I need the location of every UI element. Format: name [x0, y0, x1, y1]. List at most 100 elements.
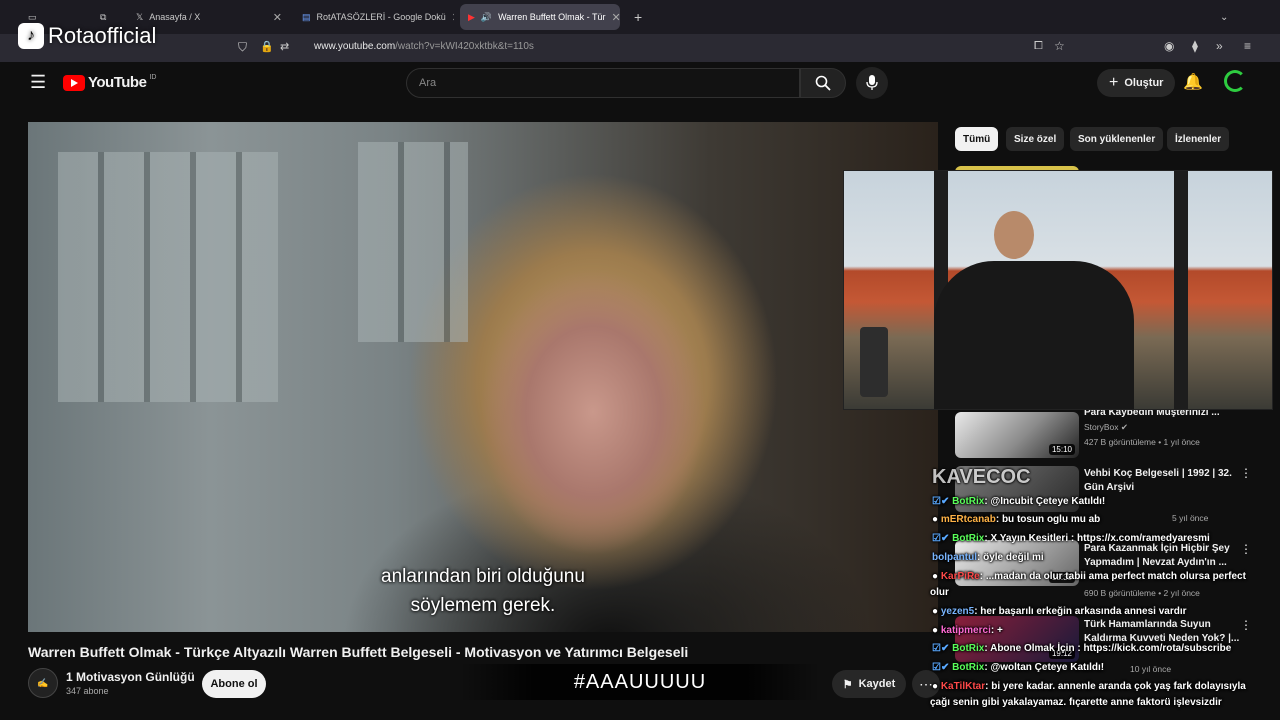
chevron-down-icon[interactable]: ⌄: [1212, 4, 1236, 30]
tab-label: Warren Buffett Olmak - Tür: [498, 12, 606, 22]
chip-for-you[interactable]: Size özel: [1006, 127, 1065, 151]
chat-message: ● mERtcanab: bu tosun oglu mu ab: [932, 514, 1101, 525]
subtitle-line: anlarından biri olduğunu: [381, 566, 585, 587]
recommendation-meta: 5 yıl önce: [1172, 513, 1209, 523]
video-title: Warren Buffett Olmak - Türkçe Altyazılı …: [28, 644, 689, 660]
tab-label: RotATASÖZLERİ - Google Dokü: [316, 12, 446, 22]
close-icon[interactable]: ✕: [612, 11, 620, 24]
background-window: [58, 152, 278, 402]
youtube-logo[interactable]: YouTube ID: [63, 74, 156, 91]
more-options-icon[interactable]: ⋮: [1240, 618, 1252, 632]
recommendation-meta: 427 B görüntüleme • 1 yıl önce: [1084, 437, 1200, 447]
recommendation-meta: 10 yıl önce: [1130, 664, 1172, 674]
bookmark-icon: ⚑: [842, 678, 853, 691]
chip-all[interactable]: Tümü: [955, 127, 999, 151]
chip-recently-uploaded[interactable]: Son yüklenenler: [1070, 127, 1164, 151]
chat-message: ☑✔ BotRix: Abone Olmak İçin : https://ki…: [932, 643, 1232, 654]
channel-watermark: KAVECOC: [932, 466, 1031, 488]
background-window: [358, 142, 468, 342]
voice-search-button[interactable]: [856, 67, 888, 99]
chat-message: ● KaTilKtar: bi yere kadar. annenle aran…: [932, 681, 1246, 692]
channel-name[interactable]: 1 Motivasyon Günlüğü: [66, 670, 195, 684]
menu-icon[interactable]: ≡: [1244, 39, 1251, 53]
chat-message: ☑✔ BotRix: X Yayın Kesitleri : https://x…: [932, 533, 1210, 544]
chat-message: ● katipmerci: +: [932, 625, 1003, 636]
picture-in-picture-icon[interactable]: ⧠: [1034, 40, 1043, 53]
new-tab-button[interactable]: +: [626, 4, 648, 30]
chip-watched[interactable]: İzlenenler: [1167, 127, 1230, 151]
tab-google-docs[interactable]: ▤ RotATASÖZLERİ - Google Dokü ✕: [294, 4, 454, 30]
recommendation-thumbnail[interactable]: 19:12: [955, 616, 1079, 662]
account-icon[interactable]: ◉: [1164, 39, 1174, 53]
chat-message: ☑✔ BotRix: @woltan Çeteye Katıldı!: [932, 662, 1105, 673]
notifications-bell-icon[interactable]: 🔔: [1183, 72, 1203, 92]
chat-message: olur: [930, 587, 949, 598]
youtube-favicon-icon: ▶: [468, 11, 475, 22]
chat-message: çağı senin gibi yakalayamaz. fıçarette a…: [930, 697, 1222, 708]
url-path: /watch?v=kWI420xktbk&t=110s: [395, 41, 534, 52]
video-duration: 15:10: [1048, 444, 1075, 455]
search-icon: [815, 75, 831, 91]
chat-message: ☑✔ BotRix: @Incubit Çeteye Katıldı!: [932, 496, 1106, 507]
close-icon[interactable]: ✕: [452, 11, 454, 24]
youtube-play-icon: [63, 74, 85, 91]
channel-avatar[interactable]: ✍: [28, 668, 58, 698]
streamer-body: [934, 261, 1134, 409]
search-input[interactable]: Ara: [406, 68, 800, 98]
overflow-chevron-icon[interactable]: »: [1216, 39, 1223, 53]
stream-banner: #AAAUUUUU: [460, 664, 820, 700]
banner-text: #AAAUUUUU: [573, 670, 707, 693]
lock-icon[interactable]: 🔒: [260, 40, 274, 53]
tiktok-icon: ♪: [18, 23, 44, 49]
streamer-name: Rotaofficial: [48, 23, 157, 48]
address-bar[interactable]: ⛉ 🔒 ⇄ www.youtube.com/watch?v=kWI420xktb…: [0, 34, 1280, 62]
video-player[interactable]: anlarından biri olduğunu söylemem gerek.: [28, 122, 938, 632]
create-label: Oluştur: [1124, 77, 1164, 89]
shield-icon[interactable]: ⛉: [238, 40, 247, 55]
search-button[interactable]: [800, 68, 846, 98]
subtitle-line: söylemem gerek.: [410, 595, 556, 616]
url-domain: www.youtube.com: [314, 41, 396, 52]
more-options-icon[interactable]: ⋮: [1240, 466, 1252, 480]
plus-icon: +: [1109, 74, 1119, 91]
bookmark-star-icon[interactable]: ☆: [1054, 39, 1065, 53]
save-label: Kaydet: [858, 678, 896, 690]
more-options-icon[interactable]: ⋮: [1240, 542, 1252, 556]
streamer-webcam: [843, 170, 1273, 410]
recommendation-title[interactable]: Gün Arşivi: [1084, 481, 1254, 494]
subscriber-count: 347 abone: [66, 686, 109, 696]
avatar[interactable]: [1224, 70, 1246, 92]
recommendation-thumbnail[interactable]: 15:10: [955, 412, 1079, 458]
subscribe-button[interactable]: Abone ol: [202, 670, 266, 698]
x-logo-icon: 𝕏: [136, 11, 144, 22]
country-code: ID: [149, 74, 157, 81]
chat-message: ● yezen5: her başarılı erkeğin arkasında…: [932, 606, 1187, 617]
extensions-icon[interactable]: ⧫: [1192, 39, 1198, 53]
search-placeholder: Ara: [419, 77, 437, 89]
create-button[interactable]: + Oluştur: [1097, 69, 1176, 97]
youtube-logo-text: YouTube: [88, 74, 147, 91]
save-button[interactable]: ⚑ Kaydet: [832, 670, 906, 698]
youtube-header: ☰ YouTube ID Ara + Oluştur 🔔: [0, 62, 1280, 106]
browser-tab-bar: ▭ ⧉ 𝕏 Anasayfa / X ✕ ▤ RotATASÖZLERİ - G…: [0, 0, 1280, 34]
tab-label: Anasayfa / X: [149, 12, 201, 22]
permissions-icon[interactable]: ⇄: [280, 40, 289, 53]
docs-icon: ▤: [302, 11, 311, 22]
microphone-icon: [866, 75, 878, 90]
chat-message: ● KarPiRe: ...madan da olur tabii ama pe…: [932, 571, 1246, 582]
recommendation-title[interactable]: Vehbi Koç Belgeseli | 1992 | 32.: [1084, 467, 1254, 480]
url-text[interactable]: www.youtube.com/watch?v=kWI420xktbk&t=11…: [314, 41, 534, 52]
recommendation-meta: 690 B görüntüleme • 2 yıl önce: [1084, 588, 1200, 598]
verified-bot-icon: ☑✔: [932, 496, 950, 507]
streamer-logo: ♪ Rotaofficial: [18, 23, 156, 49]
tab-youtube[interactable]: ▶ 🔊 Warren Buffett Olmak - Tür ✕: [460, 4, 620, 30]
close-icon[interactable]: ✕: [273, 11, 282, 24]
speaker-icon: 🔊: [480, 11, 493, 22]
thermos-bottle: [860, 327, 888, 397]
streamer-face: [994, 211, 1034, 259]
recommendation-channel: StoryBox ✔: [1084, 422, 1128, 432]
chat-message: bolpantul: öyle değil mi: [932, 552, 1044, 563]
recommendation-title[interactable]: Yapmadım | Nevzat Aydın'ın ...: [1084, 556, 1254, 569]
hamburger-menu-icon[interactable]: ☰: [30, 72, 46, 93]
recommendation-title[interactable]: Türk Hamamlarında Suyun: [1084, 618, 1254, 631]
